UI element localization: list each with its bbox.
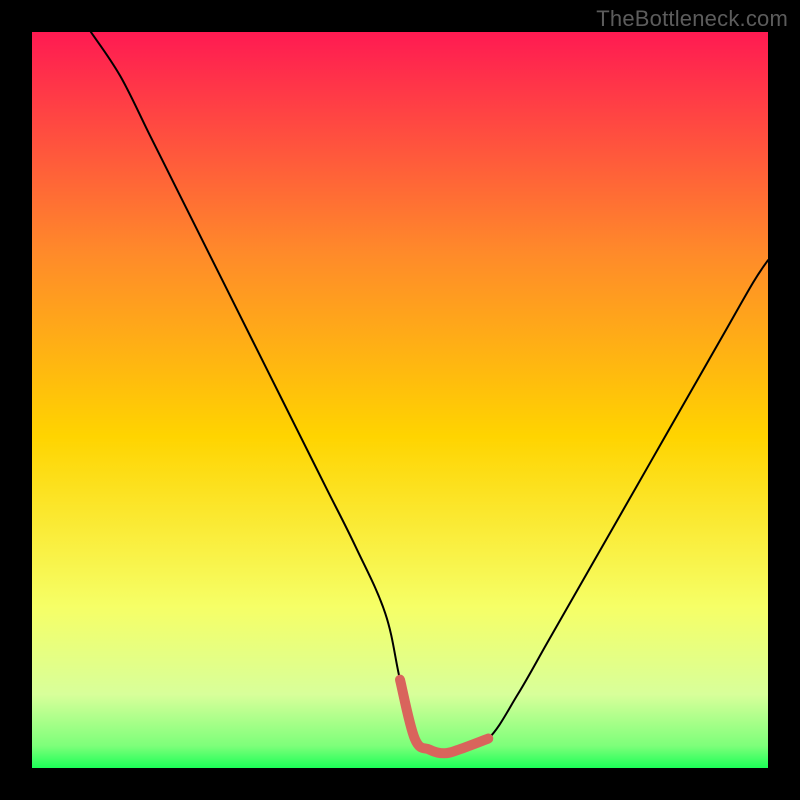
chart-frame: TheBottleneck.com — [0, 0, 800, 800]
chart-plot-area — [32, 32, 768, 768]
chart-svg — [32, 32, 768, 768]
gradient-background — [32, 32, 768, 768]
watermark-text: TheBottleneck.com — [596, 6, 788, 32]
